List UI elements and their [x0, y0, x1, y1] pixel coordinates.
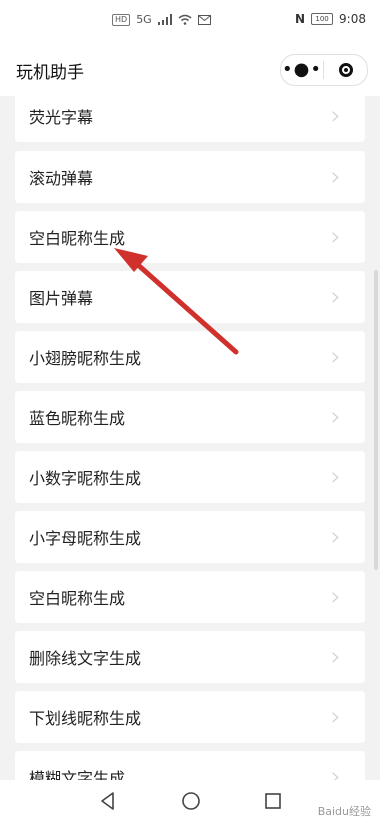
- chevron-right-icon: ›: [330, 342, 341, 372]
- status-bar: HD 5G N 100 9:08: [0, 0, 380, 40]
- list-item-label: 删除线文字生成: [29, 649, 142, 668]
- page-title: 玩机助手: [16, 63, 84, 83]
- feature-list: 荧光字幕 › 滚动弹幕 › 空白昵称生成 › 图片弹幕 › 小翅膀昵称生成 › …: [0, 88, 380, 788]
- list-item[interactable]: 小数字昵称生成 ›: [15, 451, 365, 503]
- list-item-label: 小字母昵称生成: [29, 529, 142, 548]
- list-item[interactable]: 滚动弹幕 ›: [15, 151, 365, 203]
- chevron-right-icon: ›: [330, 702, 341, 732]
- chevron-right-icon: ›: [330, 462, 341, 492]
- list-item[interactable]: 图片弹幕 ›: [15, 271, 365, 323]
- mail-icon: [197, 14, 211, 25]
- list-item-label: 下划线昵称生成: [29, 709, 142, 728]
- chevron-right-icon: ›: [330, 522, 341, 552]
- wifi-icon: [178, 14, 192, 25]
- list-item[interactable]: 小翅膀昵称生成 ›: [15, 331, 365, 383]
- close-ring: [338, 63, 353, 77]
- chevron-right-icon: ›: [330, 282, 341, 312]
- list-item-label: 小翅膀昵称生成: [29, 349, 142, 368]
- back-icon[interactable]: [97, 790, 119, 812]
- battery-icon: 100: [311, 13, 334, 25]
- chevron-right-icon: ›: [330, 101, 341, 131]
- capsule-menu: •●•: [280, 54, 368, 86]
- list-item[interactable]: 空白昵称生成 ›: [15, 571, 365, 623]
- watermark: Baidu经验: [314, 803, 374, 819]
- list-item-label: 蓝色昵称生成: [29, 409, 126, 428]
- network-type: 5G: [136, 13, 152, 26]
- status-indicators: HD 5G: [112, 13, 211, 26]
- more-dots-icon[interactable]: •●•: [281, 55, 323, 85]
- scrollbar[interactable]: [374, 270, 378, 570]
- list-item[interactable]: 下划线昵称生成 ›: [15, 691, 365, 743]
- chevron-right-icon: ›: [330, 402, 341, 432]
- list-item-label: 滚动弹幕: [29, 169, 94, 188]
- list-item-label: 空白昵称生成: [29, 589, 126, 608]
- list-item-label: 图片弹幕: [29, 289, 94, 308]
- home-icon[interactable]: [180, 790, 202, 812]
- hd-badge: HD: [112, 13, 131, 26]
- clock: 9:08: [339, 12, 366, 26]
- list-item-label: 空白昵称生成: [29, 229, 126, 248]
- list-item[interactable]: 蓝色昵称生成 ›: [15, 391, 365, 443]
- signal-icon: [157, 14, 172, 25]
- recent-apps-icon[interactable]: [262, 790, 284, 812]
- system-nav-bar: Baidu经验: [0, 780, 380, 823]
- miniprogram-close-icon[interactable]: [324, 63, 367, 77]
- list-item-label: 荧光字幕: [29, 108, 94, 127]
- chevron-right-icon: ›: [330, 642, 341, 672]
- chevron-right-icon: ›: [330, 162, 341, 192]
- list-item[interactable]: 小字母昵称生成 ›: [15, 511, 365, 563]
- status-right: N 100 9:08: [295, 12, 366, 26]
- list-item-label: 小数字昵称生成: [29, 469, 142, 488]
- nfc-icon: N: [295, 12, 306, 26]
- list-item[interactable]: 空白昵称生成 ›: [15, 211, 365, 263]
- chevron-right-icon: ›: [330, 222, 341, 252]
- chevron-right-icon: ›: [330, 582, 341, 612]
- list-item[interactable]: 荧光字幕 ›: [15, 90, 365, 142]
- list-item[interactable]: 删除线文字生成 ›: [15, 631, 365, 683]
